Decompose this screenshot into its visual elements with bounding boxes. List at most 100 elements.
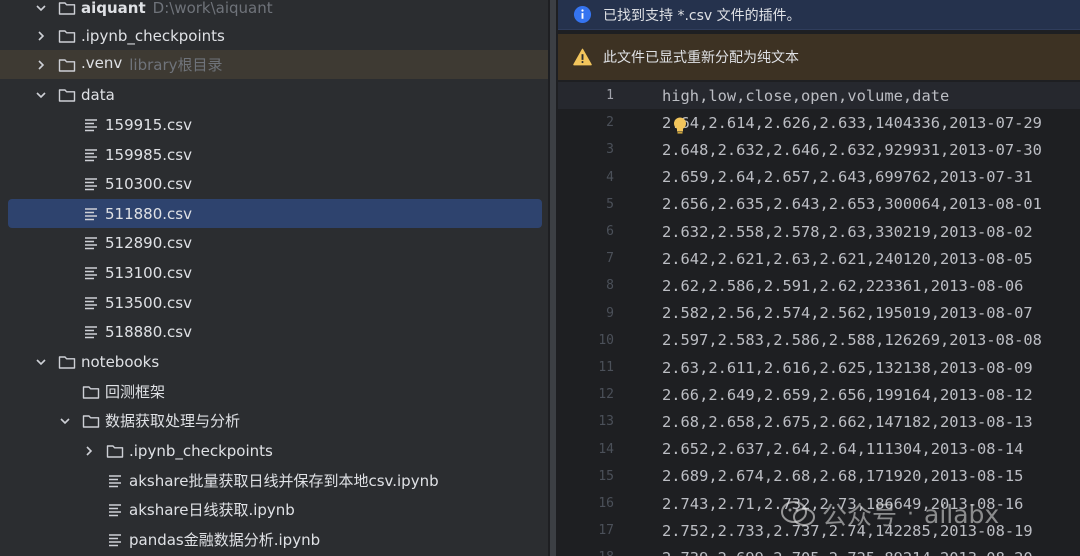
line-number: 14 bbox=[598, 441, 614, 457]
line-number: 10 bbox=[598, 332, 614, 348]
tree-item-label: .ipynb_checkpoints bbox=[129, 441, 273, 460]
warning-banner-text: 此文件已显式重新分配为纯文本 bbox=[603, 50, 799, 66]
code-line[interactable]: 12 2.66,2.649,2.659,2.656,199164,2013-08-… bbox=[558, 381, 1080, 408]
code-line-text[interactable]: 2.63,2.611,2.616,2.625,132138,2013-08-09 bbox=[662, 359, 1033, 377]
text-file-icon bbox=[82, 294, 100, 312]
watermark-separator: · bbox=[907, 501, 915, 527]
line-number: 7 bbox=[606, 251, 614, 267]
tree-item-label: 159985.csv bbox=[105, 145, 192, 164]
tree-item-label: 512890.csv bbox=[105, 233, 192, 252]
tree-file[interactable]: 159985.csv bbox=[0, 140, 548, 169]
code-line[interactable]: 5 2.656,2.635,2.643,2.653,300064,2013-08-… bbox=[558, 191, 1080, 218]
tree-folder[interactable]: .ipynb_checkpoints bbox=[0, 21, 548, 50]
tree-item-label: data bbox=[81, 85, 115, 104]
code-line[interactable]: 18 2.739,2.699,2.705,2.725,89214,2013-08-… bbox=[558, 544, 1080, 556]
tree-file[interactable]: 159915.csv bbox=[0, 110, 548, 139]
tree-folder[interactable]: .ipynb_checkpoints bbox=[0, 436, 548, 465]
tree-item-label: 回测框架 bbox=[105, 383, 166, 401]
code-line-text[interactable]: 2.582,2.56,2.574,2.562,195019,2013-08-07 bbox=[662, 304, 1033, 322]
chevron-down-icon[interactable] bbox=[58, 414, 72, 428]
code-line-text[interactable]: 2.68,2.658,2.675,2.662,147182,2013-08-13 bbox=[662, 413, 1033, 431]
tree-file[interactable]: 513500.csv bbox=[0, 288, 548, 317]
tree-item-label: akshare批量获取日线并保存到本地csv.ipynb bbox=[129, 472, 439, 490]
chevron-right-icon[interactable] bbox=[34, 58, 48, 72]
code-line[interactable]: 15 2.689,2.674,2.68,2.68,171920,2013-08-1… bbox=[558, 463, 1080, 490]
code-line-text[interactable]: 2.659,2.64,2.657,2.643,699762,2013-07-31 bbox=[662, 168, 1033, 186]
tree-folder[interactable]: .venv library根目录 bbox=[0, 50, 548, 79]
code-line[interactable]: 1 high,low,close,open,volume,date bbox=[558, 82, 1080, 109]
code-line[interactable]: 3 2.648,2.632,2.646,2.632,929931,2013-07-… bbox=[558, 136, 1080, 163]
code-line[interactable]: 11 2.63,2.611,2.616,2.625,132138,2013-08-… bbox=[558, 354, 1080, 381]
code-line[interactable]: 4 2.659,2.64,2.657,2.643,699762,2013-07-3… bbox=[558, 164, 1080, 191]
chevron-down-icon[interactable] bbox=[34, 88, 48, 102]
code-line-text[interactable]: 2.632,2.558,2.578,2.63,330219,2013-08-02 bbox=[662, 223, 1033, 241]
tree-item-hint: D:\work\aiquant bbox=[152, 0, 273, 17]
chevron-right-icon[interactable] bbox=[82, 444, 96, 458]
tree-item-label: 510300.csv bbox=[105, 174, 192, 193]
code-line-text[interactable]: 2.739,2.699,2.705,2.725,89214,2013-08-20 bbox=[662, 549, 1033, 556]
tree-file[interactable]: 513100.csv bbox=[0, 258, 548, 287]
tree-item-label: .venv bbox=[81, 54, 123, 72]
tree-file[interactable]: 512890.csv bbox=[0, 228, 548, 257]
line-number: 12 bbox=[598, 387, 614, 403]
text-file-icon bbox=[106, 501, 124, 519]
line-number: 16 bbox=[598, 496, 614, 511]
watermark-left: 公众号 bbox=[822, 501, 898, 530]
code-line[interactable]: 14 2.652,2.637,2.64,2.64,111304,2013-08-1… bbox=[558, 436, 1080, 463]
code-line[interactable]: 8 2.62,2.586,2.591,2.62,223361,2013-08-06 bbox=[558, 272, 1080, 299]
folder-icon bbox=[106, 442, 124, 460]
text-file-icon bbox=[106, 472, 124, 490]
code-line[interactable]: 10 2.597,2.583,2.586,2.588,126269,2013-08… bbox=[558, 327, 1080, 354]
tree-item-label: 159915.csv bbox=[105, 115, 192, 134]
code-line[interactable]: 7 2.642,2.621,2.63,2.621,240120,2013-08-0… bbox=[558, 245, 1080, 272]
code-line-text[interactable]: 2.66,2.649,2.659,2.656,199164,2013-08-12 bbox=[662, 386, 1033, 404]
tree-file[interactable]: akshare日线获取.ipynb bbox=[0, 495, 548, 524]
code-line-text[interactable]: 2.642,2.621,2.63,2.621,240120,2013-08-05 bbox=[662, 250, 1033, 268]
tree-folder[interactable]: notebooks bbox=[0, 347, 548, 376]
code-line-text[interactable]: 2.648,2.632,2.646,2.632,929931,2013-07-3… bbox=[662, 141, 1042, 159]
line-number: 4 bbox=[606, 169, 614, 185]
tree-item-label: 513500.csv bbox=[105, 293, 192, 312]
code-line-text[interactable]: 2.652,2.637,2.64,2.64,111304,2013-08-14 bbox=[662, 440, 1023, 458]
tree-file[interactable]: 510300.csv bbox=[0, 169, 548, 198]
tree-folder[interactable]: aiquant D:\work\aiquant bbox=[0, 0, 548, 22]
tree-folder[interactable]: 回测框架 bbox=[0, 377, 548, 406]
tree-file[interactable]: pandas金融数据分析.ipynb bbox=[0, 525, 548, 554]
code-line-text[interactable]: 2.64,2.614,2.626,2.633,1404336,2013-07-2… bbox=[662, 114, 1042, 132]
tree-folder[interactable]: 数据获取处理与分析 bbox=[0, 406, 548, 435]
panel-splitter[interactable] bbox=[548, 0, 558, 556]
code-line-text[interactable]: 2.62,2.586,2.591,2.62,223361,2013-08-06 bbox=[662, 277, 1023, 295]
plain-text-warning-banner: 此文件已显式重新分配为纯文本 bbox=[558, 34, 1080, 80]
tree-file[interactable]: akshare批量获取日线并保存到本地csv.ipynb bbox=[0, 466, 548, 495]
lightbulb-icon[interactable] bbox=[671, 116, 689, 136]
warning-icon bbox=[573, 48, 592, 67]
code-line[interactable]: 6 2.632,2.558,2.578,2.63,330219,2013-08-0… bbox=[558, 218, 1080, 245]
code-line-text[interactable]: 2.656,2.635,2.643,2.653,300064,2013-08-0… bbox=[662, 195, 1042, 213]
tree-item-label: notebooks bbox=[81, 352, 160, 371]
folder-icon bbox=[82, 412, 100, 430]
tree-file[interactable]: 518880.csv bbox=[0, 317, 548, 346]
line-number: 11 bbox=[598, 360, 614, 375]
chevron-down-icon[interactable] bbox=[34, 1, 48, 15]
code-line-text[interactable]: 2.689,2.674,2.68,2.68,171920,2013-08-15 bbox=[662, 467, 1023, 485]
chevron-right-icon[interactable] bbox=[34, 29, 48, 43]
code-line[interactable]: 13 2.68,2.658,2.675,2.662,147182,2013-08-… bbox=[558, 408, 1080, 435]
code-line-text[interactable]: 2.597,2.583,2.586,2.588,126269,2013-08-0… bbox=[662, 331, 1042, 349]
text-file-icon bbox=[82, 264, 100, 282]
code-line-text[interactable]: high,low,close,open,volume,date bbox=[662, 87, 949, 105]
plugin-info-banner: 已找到支持 *.csv 文件的插件。 bbox=[558, 0, 1080, 30]
text-file-icon bbox=[82, 146, 100, 164]
folder-icon bbox=[58, 27, 76, 45]
tree-scrollbar[interactable] bbox=[550, 0, 556, 556]
line-number: 1 bbox=[606, 88, 614, 103]
tree-folder[interactable]: data bbox=[0, 80, 548, 109]
chevron-down-icon[interactable] bbox=[34, 355, 48, 369]
folder-icon bbox=[58, 86, 76, 104]
text-file-icon bbox=[82, 116, 100, 134]
line-number: 18 bbox=[558, 550, 614, 556]
code-line[interactable]: 9 2.582,2.56,2.574,2.562,195019,2013-08-0… bbox=[558, 300, 1080, 327]
watermark-right: ailabx bbox=[924, 499, 1000, 529]
editor-pane: 已找到支持 *.csv 文件的插件。 此文件已显式重新分配为纯文本 1 high,… bbox=[558, 0, 1080, 556]
code-line[interactable]: 2 2.64,2.614,2.626,2.633,1404336,2013-07-… bbox=[558, 109, 1080, 136]
tree-file[interactable]: 511880.csv bbox=[8, 199, 542, 228]
